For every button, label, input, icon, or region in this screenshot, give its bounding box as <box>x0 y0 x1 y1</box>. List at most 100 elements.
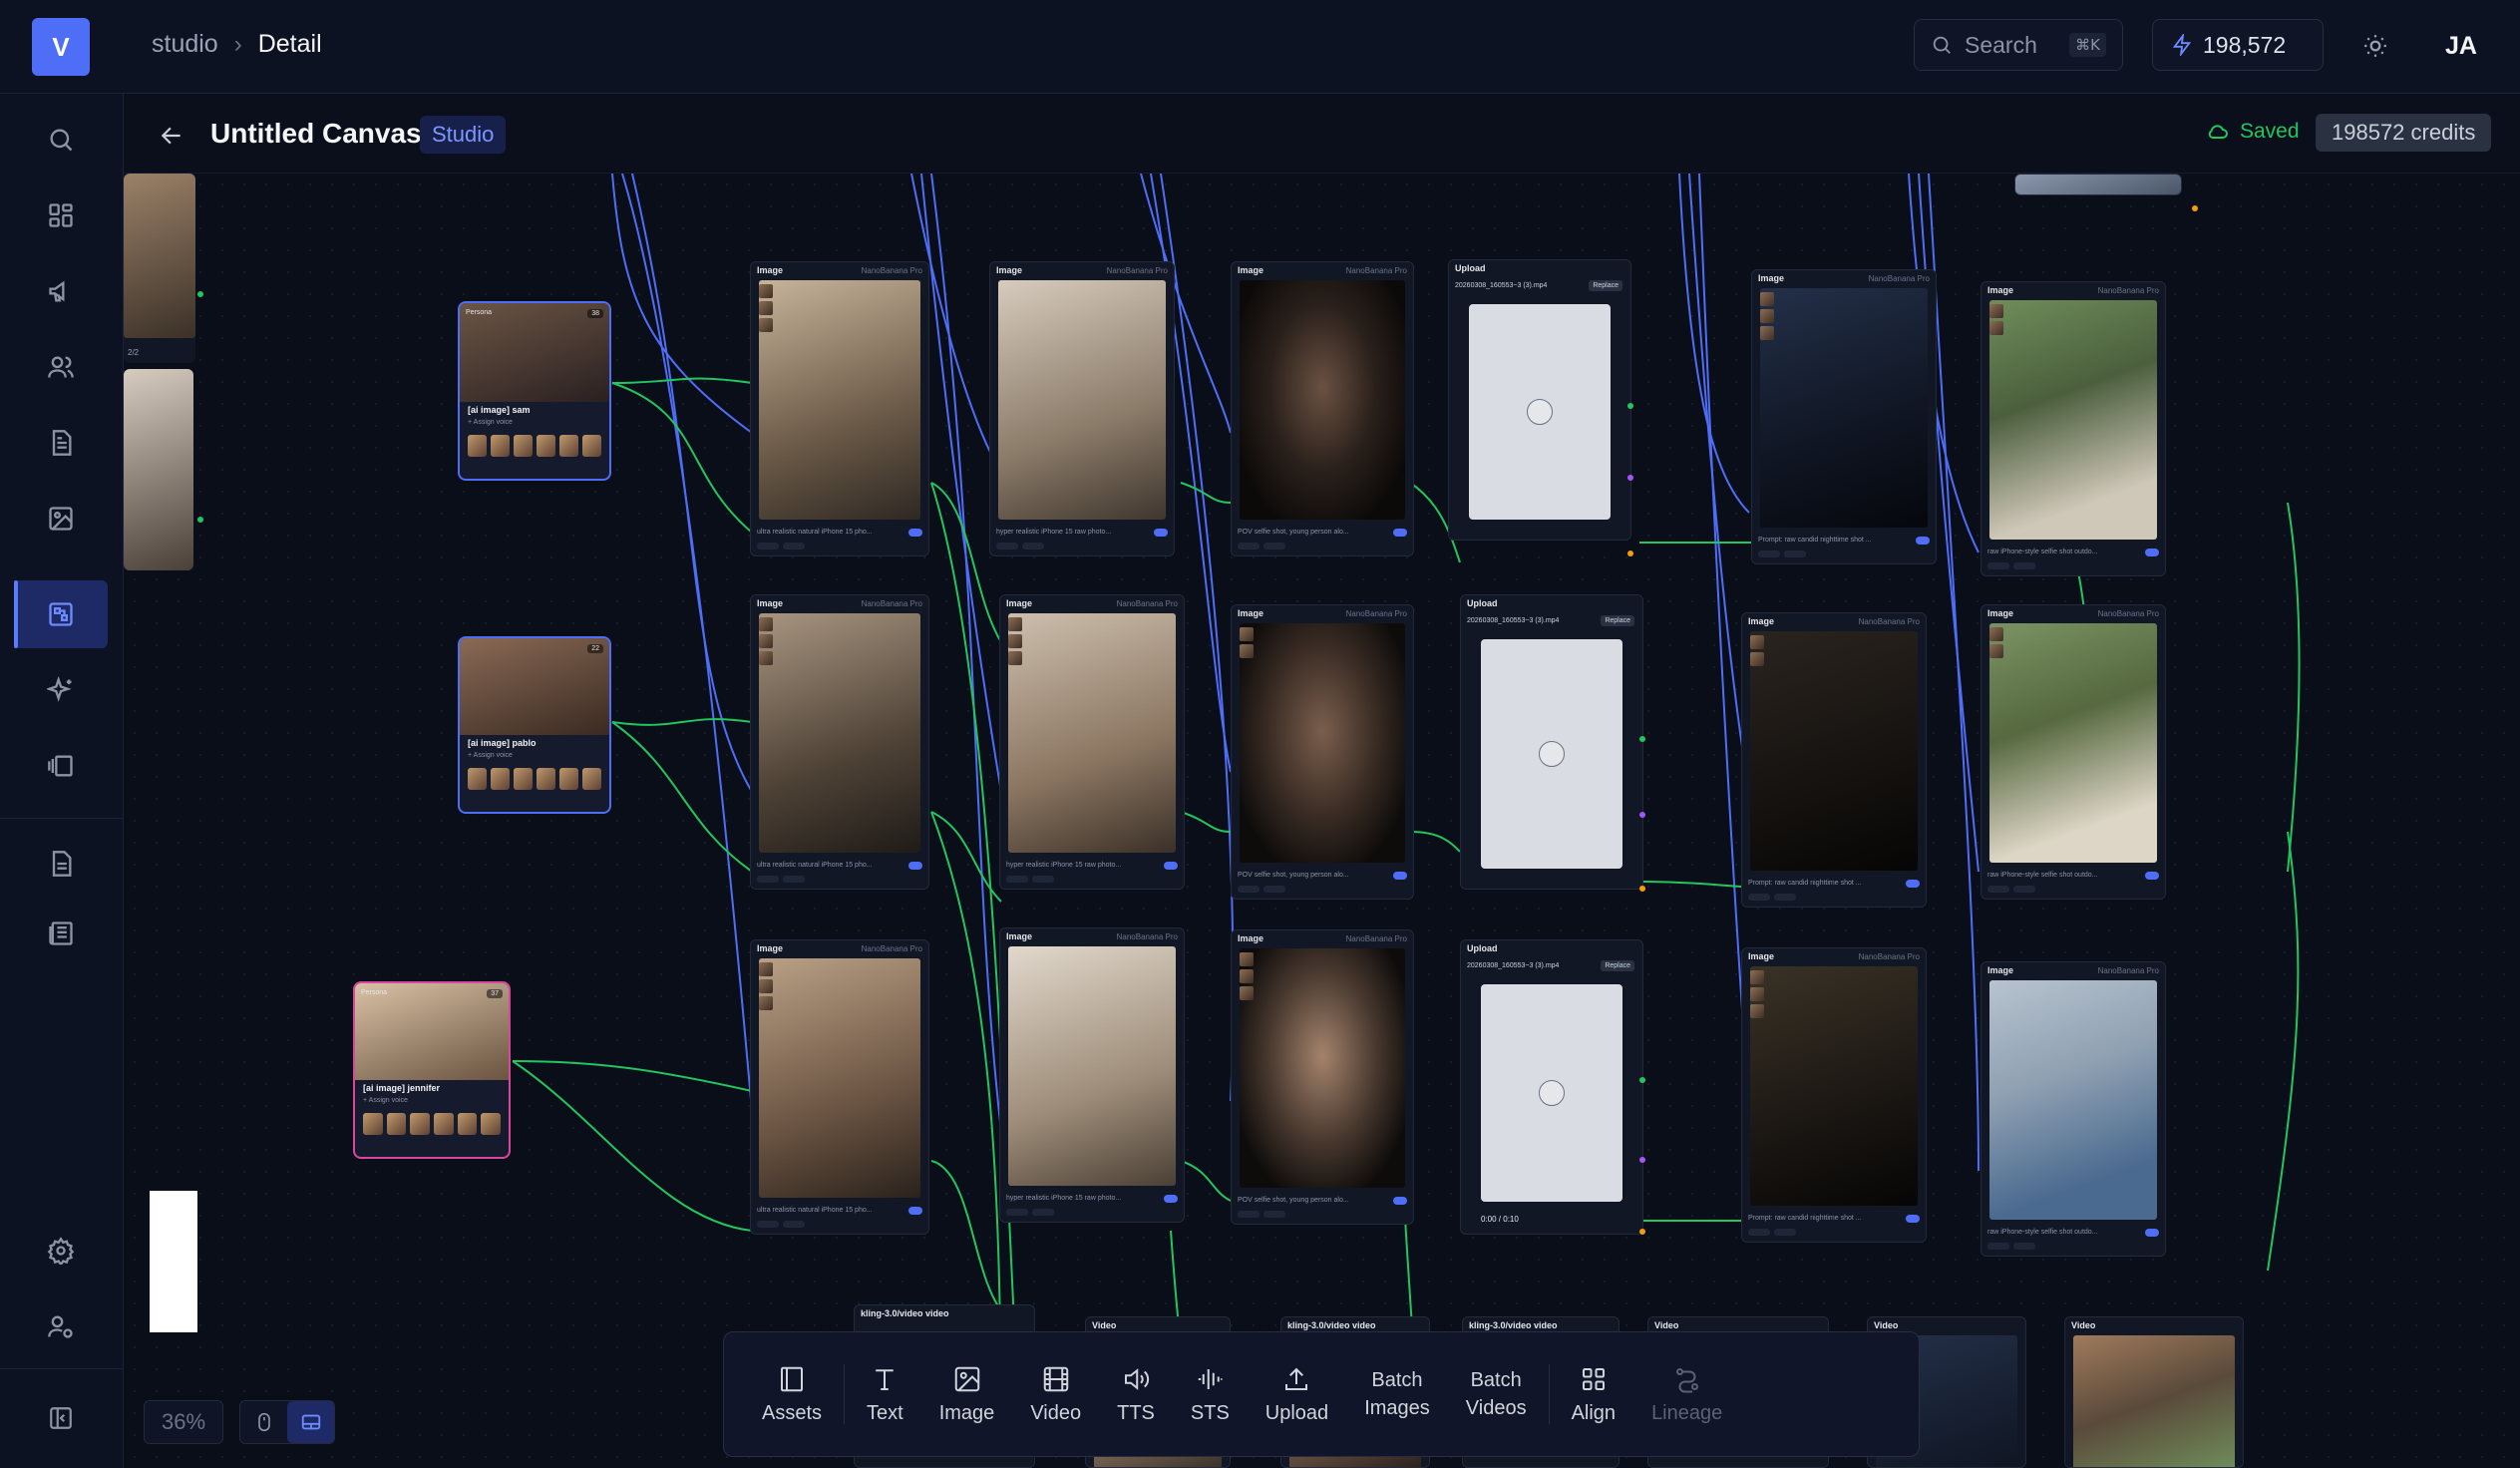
lightning-icon <box>2172 34 2192 56</box>
play-icon[interactable] <box>1539 741 1565 767</box>
connector-dot[interactable] <box>1639 886 1645 892</box>
upload-button[interactable]: Upload <box>1248 1344 1346 1444</box>
search-input[interactable]: Search ⌘K <box>1914 19 2123 71</box>
image-node[interactable]: Image NanoBanana Pro ultra realistic natu… <box>750 261 929 556</box>
connector-dot[interactable] <box>1639 812 1645 818</box>
image-node[interactable]: Image NanoBanana Pro ultra realistic natu… <box>750 594 929 890</box>
upload-node[interactable]: Upload 20260308_160553~3 (3).mp4 Replace… <box>1460 939 1643 1235</box>
node-title: Image <box>1006 598 1033 608</box>
replace-button[interactable]: Replace <box>1601 615 1634 626</box>
connector-dot[interactable] <box>1639 1229 1645 1235</box>
assign-voice-link[interactable]: + Assign voice <box>468 419 513 426</box>
image-node-partial[interactable]: 2/2 <box>124 174 195 363</box>
back-button[interactable] <box>152 116 191 156</box>
persona-label: Persona <box>466 309 493 316</box>
sidebar-item-carousel[interactable] <box>14 732 108 800</box>
node-prompt: POV selfie shot, young person alo... <box>1238 872 1349 879</box>
node-title: Image <box>1238 265 1264 275</box>
sidebar-item-images[interactable] <box>14 485 108 552</box>
sidebar-item-files[interactable] <box>14 830 108 898</box>
upload-node[interactable]: Upload 20260308_160553~3 (3).mp4 Replace <box>1460 594 1643 890</box>
canvas-title[interactable]: Untitled Canvas <box>210 118 422 150</box>
connector-dot[interactable] <box>197 517 203 523</box>
batch-videos-button[interactable]: Batch Videos <box>1448 1344 1545 1444</box>
sidebar-item-search[interactable] <box>14 106 108 174</box>
user-avatar[interactable]: JA <box>2433 26 2489 66</box>
connector-dot[interactable] <box>1639 736 1645 742</box>
connector-dot[interactable] <box>1639 1077 1645 1083</box>
credits-button[interactable]: 198,572 <box>2152 19 2324 71</box>
collapse-sidebar-button[interactable] <box>14 1384 108 1452</box>
image-node[interactable]: Image NanoBanana Pro hyper realistic iPho… <box>989 261 1175 556</box>
breadcrumb-root[interactable]: studio <box>152 30 218 59</box>
sidebar-item-ai[interactable] <box>14 656 108 724</box>
align-button[interactable]: Align <box>1554 1344 1633 1444</box>
zoom-level[interactable]: 36% <box>144 1400 223 1444</box>
video-preview[interactable] <box>1481 639 1622 869</box>
persona-card-pablo[interactable]: 22 [ai image] pablo + Assign voice <box>458 636 611 814</box>
theme-toggle-button[interactable] <box>2355 26 2395 66</box>
lineage-button[interactable]: Lineage <box>1633 1344 1740 1444</box>
trackpad-mode-button[interactable] <box>287 1401 334 1443</box>
image-button[interactable]: Image <box>921 1344 1013 1444</box>
assign-voice-link[interactable]: + Assign voice <box>363 1097 408 1104</box>
connector-dot[interactable] <box>1627 550 1633 556</box>
upload-node[interactable]: Upload 20260308_160553~3 (3).mp4 Replace <box>1448 259 1631 541</box>
assets-button[interactable]: Assets <box>744 1344 840 1444</box>
persona-card-jennifer[interactable]: Persona 37 [ai image] jennifer + Assign … <box>353 981 511 1159</box>
app-logo[interactable]: V <box>32 18 90 76</box>
persona-card-sam[interactable]: Persona 38 [ai image] sam + Assign voice <box>458 301 611 481</box>
image-node[interactable]: Image NanoBanana Pro hyper realistic iPho… <box>999 927 1185 1223</box>
batch-images-button[interactable]: Batch Images <box>1346 1344 1448 1444</box>
image-node[interactable]: Image NanoBanana Pro raw iPhone-style sel… <box>1980 281 2166 576</box>
connector-dot[interactable] <box>1627 475 1633 481</box>
image-node[interactable]: Image NanoBanana Pro ultra realistic natu… <box>750 939 929 1235</box>
sidebar-item-campaigns[interactable] <box>14 257 108 325</box>
image-node[interactable]: Image NanoBanana Pro hyper realistic iPho… <box>999 594 1185 890</box>
image-node-partial[interactable] <box>2014 174 2182 195</box>
sidebar-item-dashboard[interactable] <box>14 182 108 249</box>
image-node[interactable]: Image NanoBanana Pro POV selfie shot, you… <box>1231 604 1414 900</box>
sidebar-item-settings[interactable] <box>14 1217 108 1284</box>
image-node[interactable]: Image NanoBanana Pro POV selfie shot, you… <box>1231 929 1414 1225</box>
reference-thumbs <box>1240 952 1254 1003</box>
tts-button[interactable]: TTS <box>1099 1344 1173 1444</box>
text-button[interactable]: Text <box>849 1344 921 1444</box>
sidebar-item-canvas[interactable] <box>14 580 108 648</box>
minimap[interactable] <box>150 1191 197 1332</box>
sidebar-item-documents[interactable] <box>14 409 108 477</box>
sidebar-item-users[interactable] <box>14 333 108 401</box>
users-icon <box>48 356 74 378</box>
image-node-partial[interactable] <box>124 369 193 570</box>
search-placeholder: Search <box>1965 31 2037 58</box>
connector-dot[interactable] <box>1639 1157 1645 1163</box>
replace-button[interactable]: Replace <box>1589 280 1622 291</box>
replace-button[interactable]: Replace <box>1601 960 1634 971</box>
sidebar-item-account[interactable] <box>14 1292 108 1360</box>
node-model: NanoBanana Pro <box>1345 265 1407 275</box>
video-preview[interactable] <box>1481 984 1622 1202</box>
sidebar-item-articles[interactable] <box>14 900 108 967</box>
generated-image <box>1750 966 1918 1206</box>
image-node[interactable]: Image NanoBanana Pro Prompt: raw candid n… <box>1751 269 1937 564</box>
play-icon[interactable] <box>1539 1080 1565 1106</box>
image-node[interactable]: Image NanoBanana Pro Prompt: raw candid n… <box>1741 612 1927 908</box>
video-preview[interactable] <box>1469 304 1611 520</box>
connector-dot[interactable] <box>1627 403 1633 409</box>
workflow-canvas[interactable]: 2/2 Persona 38 [ai image] sam + Assign v… <box>124 174 2520 1468</box>
play-icon[interactable] <box>1527 399 1553 425</box>
image-node[interactable]: Image NanoBanana Pro raw iPhone-style sel… <box>1980 604 2166 900</box>
assign-voice-link[interactable]: + Assign voice <box>468 752 513 759</box>
sts-button[interactable]: STS <box>1173 1344 1248 1444</box>
node-model: NanoBanana Pro <box>1106 265 1168 275</box>
video-button[interactable]: Video <box>1012 1344 1099 1444</box>
video-node[interactable]: Video <box>2064 1316 2244 1468</box>
image-node[interactable]: Image NanoBanana Pro POV selfie shot, you… <box>1231 261 1414 556</box>
newspaper-icon <box>49 921 73 945</box>
image-node[interactable]: Image NanoBanana Pro Prompt: raw candid n… <box>1741 947 1927 1243</box>
document-icon <box>52 430 72 456</box>
connector-dot[interactable] <box>2192 205 2198 211</box>
connector-dot[interactable] <box>197 291 203 297</box>
mouse-mode-button[interactable] <box>240 1401 287 1443</box>
image-node[interactable]: Image NanoBanana Pro raw iPhone-style sel… <box>1980 961 2166 1257</box>
